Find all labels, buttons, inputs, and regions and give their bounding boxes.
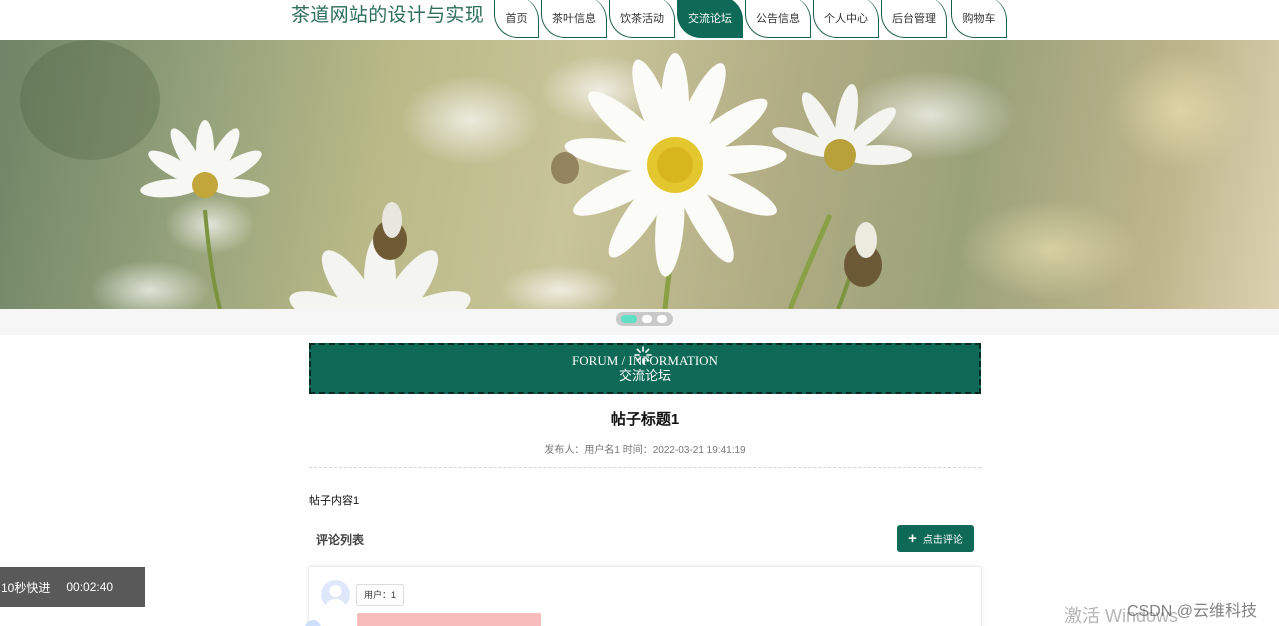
daisy-banner-image bbox=[20, 40, 1250, 309]
site-title: 茶道网站的设计与实现 bbox=[291, 5, 485, 26]
post-author: 发布人：用户名1 bbox=[544, 445, 620, 456]
fast-forward-button[interactable]: 10秒快进 bbox=[1, 579, 50, 596]
post-content: 帖子内容1 bbox=[309, 495, 360, 507]
carousel-dot-3[interactable] bbox=[657, 315, 667, 323]
nav-forum[interactable]: 交流论坛 bbox=[677, 0, 743, 38]
nav-announcements[interactable]: 公告信息 bbox=[745, 0, 811, 38]
comment-user-tag: 用户：1 bbox=[356, 584, 405, 606]
add-comment-button[interactable]: + 点击评论 bbox=[897, 525, 974, 552]
site-header: 茶道网站的设计与实现 首页 茶叶信息 饮茶活动 交流论坛 公告信息 个人中心 后… bbox=[0, 0, 1279, 40]
nav-tea-info[interactable]: 茶叶信息 bbox=[541, 0, 607, 38]
loading-spinner-icon bbox=[634, 346, 652, 364]
nav-personal-center[interactable]: 个人中心 bbox=[813, 0, 879, 38]
nav-admin[interactable]: 后台管理 bbox=[881, 0, 947, 38]
post-divider bbox=[309, 467, 981, 468]
csdn-watermark: CSDN @云维科技 bbox=[1127, 603, 1258, 620]
user-avatar-icon bbox=[325, 585, 346, 609]
nav-cart[interactable]: 购物车 bbox=[951, 0, 1007, 38]
nav-tea-activities[interactable]: 饮茶活动 bbox=[609, 0, 675, 38]
comment-bubble bbox=[357, 613, 541, 626]
post-meta: 发布人：用户名1 时间：2022-03-21 19:41:19 bbox=[309, 441, 981, 456]
video-elapsed-time: 00:02:40 bbox=[66, 580, 114, 594]
post-time: 时间：2022-03-21 19:41:19 bbox=[622, 445, 746, 456]
add-comment-label: 点击评论 bbox=[922, 535, 963, 546]
comments-title: 评论列表 bbox=[316, 533, 365, 547]
section-title-zh: 交流论坛 bbox=[618, 368, 671, 383]
carousel-dot-2[interactable] bbox=[642, 315, 652, 323]
banner-carousel[interactable] bbox=[0, 40, 1279, 309]
avatar bbox=[321, 580, 350, 609]
nav-home[interactable]: 首页 bbox=[494, 0, 539, 38]
video-control-bar: 10秒快进 00:02:40 bbox=[0, 567, 145, 607]
carousel-dot-1[interactable] bbox=[621, 315, 637, 323]
carousel-indicators bbox=[616, 312, 673, 326]
plus-icon: + bbox=[908, 530, 917, 547]
post-title: 帖子标题1 bbox=[610, 411, 680, 428]
